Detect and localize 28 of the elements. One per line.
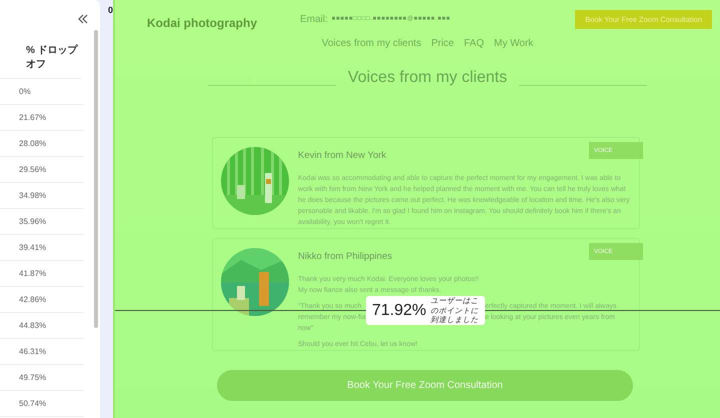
dropoff-value: 29.56%	[0, 157, 84, 183]
site-logo[interactable]: Kodai photography	[147, 16, 300, 30]
consultation-button[interactable]: Book Your Free Zoom Consultation	[217, 370, 633, 401]
dropoff-value: 41.87%	[0, 261, 84, 287]
ruler-label: 0	[108, 5, 114, 15]
nav-link[interactable]: Price	[431, 38, 454, 49]
dropoff-value: 21.67%	[0, 105, 84, 131]
nav-link[interactable]: Voices from my clients	[322, 38, 422, 49]
nav-link[interactable]: FAQ	[464, 38, 484, 49]
dropoff-value: 44.83%	[0, 313, 84, 339]
collapse-icon[interactable]	[76, 12, 90, 26]
column-heading: % ドロップオフ	[0, 0, 81, 79]
dropoff-value: 28.08%	[0, 131, 84, 157]
dropoff-value: 50.74%	[0, 391, 84, 417]
dropoff-value: 35.96%	[0, 209, 84, 235]
client-name: Nikko from Philippines	[298, 251, 392, 262]
scrollbar[interactable]	[94, 30, 98, 328]
nav-link[interactable]: My Work	[494, 38, 534, 49]
reach-percent: 71.92%	[372, 302, 426, 320]
dropoff-value: 34.98%	[0, 183, 84, 209]
dropoff-value: 39.41%	[0, 235, 84, 261]
client-name: Kevin from New York	[298, 150, 386, 161]
dropoff-value: 46.31%	[0, 339, 84, 365]
section-title: Voices from my clients	[348, 69, 508, 87]
dropoff-value: 49.75%	[0, 365, 84, 391]
email-label: Email:	[300, 14, 328, 24]
dropoff-value: 42.86%	[0, 287, 84, 313]
dropoff-value: 0%	[0, 79, 84, 105]
